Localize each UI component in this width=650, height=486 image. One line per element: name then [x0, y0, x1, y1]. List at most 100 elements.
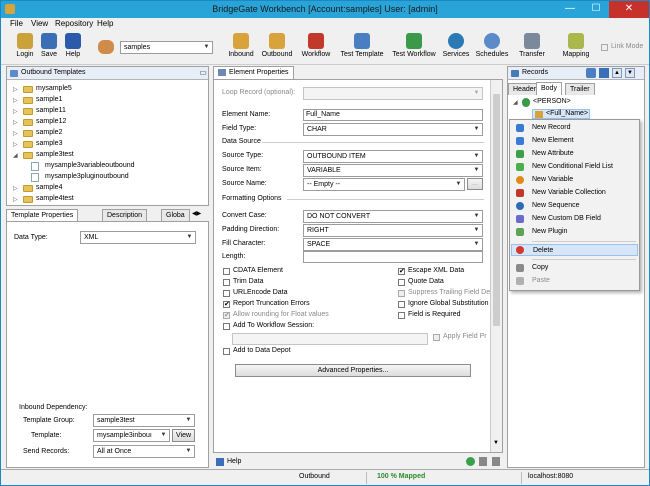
menu-item-copy[interactable]: Copy — [511, 262, 638, 274]
templates-icon — [10, 70, 18, 77]
scrollbar-thumb[interactable] — [493, 94, 500, 326]
menu-item-new-plugin[interactable]: New Plugin — [511, 226, 638, 238]
save-button[interactable]: Save — [39, 33, 59, 58]
pause-icon[interactable] — [479, 457, 487, 466]
transfer-button[interactable]: Transfer — [517, 33, 547, 58]
expand-icon[interactable]: ▷ — [13, 185, 18, 192]
element-name-input[interactable]: Full_Name — [303, 109, 483, 121]
source-item-label: Source Item: — [222, 166, 262, 173]
template-select[interactable]: mysample3inbouı ▼ — [93, 429, 170, 442]
toolbar: Login Save Help samples ▼ Inbound Outbou… — [1, 31, 649, 65]
menu-item-new-element[interactable]: New Element — [511, 135, 638, 147]
tab-description[interactable]: Description — [102, 209, 148, 221]
chevron-down-icon[interactable]: ▼ — [625, 68, 635, 78]
expand-icon[interactable]: ▷ — [13, 108, 18, 115]
workflow-button[interactable]: Workflow — [299, 33, 333, 58]
maximize-button[interactable]: ☐ — [583, 1, 609, 18]
menu-help[interactable]: Help — [97, 19, 113, 28]
allow-rounding-checkbox[interactable]: ✔ — [223, 312, 230, 319]
menu-item-new-sequence[interactable]: New Sequence — [511, 200, 638, 212]
menu-repository[interactable]: Repository — [55, 19, 93, 28]
test-workflow-button[interactable]: Test Workflow — [391, 33, 437, 58]
convert-case-label: Convert Case: — [222, 212, 267, 219]
report-truncation-checkbox[interactable]: ✔ — [223, 301, 230, 308]
tab-global[interactable]: Globa — [161, 209, 190, 221]
menu-item-new-custom-db-field[interactable]: New Custom DB Field — [511, 213, 638, 225]
menu-file[interactable]: File — [10, 19, 23, 28]
advanced-properties-button[interactable]: Advanced Properties... — [235, 364, 471, 377]
view-button[interactable]: View — [172, 429, 195, 442]
menu-item-new-variable-collection[interactable]: New Variable Collection — [511, 187, 638, 199]
suppress-trailing-checkbox[interactable] — [398, 290, 405, 297]
tab-body[interactable]: Body — [536, 82, 562, 95]
mapping-button[interactable]: Mapping — [561, 33, 591, 58]
menu-item-new-attribute[interactable]: New Attribute — [511, 148, 638, 160]
expand-icon[interactable]: ▷ — [13, 130, 18, 137]
tab-scroll-arrows[interactable]: ◀▶ — [192, 210, 201, 217]
schedules-button[interactable]: Schedules — [475, 33, 509, 58]
expand-icon[interactable]: ▷ — [13, 141, 18, 148]
collapse-icon[interactable]: ◢ — [513, 99, 518, 106]
expand-icon[interactable]: ▷ — [13, 196, 18, 203]
minimize-button[interactable]: — — [557, 1, 583, 18]
go-icon[interactable] — [466, 457, 475, 466]
expand-icon[interactable]: ▷ — [13, 97, 18, 104]
collapse-icon[interactable]: ◢ — [13, 152, 18, 159]
login-button[interactable]: Login — [13, 33, 37, 58]
workflow-session-input[interactable] — [232, 333, 428, 345]
account-select[interactable]: samples ▼ — [120, 41, 213, 54]
trim-checkbox[interactable] — [223, 279, 230, 286]
add-data-depot-checkbox[interactable] — [223, 348, 230, 355]
scroll-down-arrow[interactable]: ▼ — [493, 440, 499, 446]
source-name-select[interactable]: -- Empty -- ▼ — [303, 178, 465, 191]
convert-case-select[interactable]: DO NOT CONVERT ▼ — [303, 210, 483, 223]
chevron-up-icon[interactable]: ▲ — [612, 68, 622, 78]
template-label: Template: — [31, 432, 62, 439]
link-mode-checkbox[interactable] — [601, 44, 608, 51]
field-required-checkbox[interactable] — [398, 312, 405, 319]
menu-item-paste[interactable]: Paste — [511, 275, 638, 287]
template-group-select[interactable]: sample3test ▼ — [93, 414, 195, 427]
padding-direction-select[interactable]: RIGHT ▼ — [303, 224, 483, 237]
test-template-button[interactable]: Test Template — [339, 33, 385, 58]
tab-trailer[interactable]: Trailer — [565, 83, 595, 95]
source-name-browse-button[interactable]: ... — [467, 178, 483, 190]
help-button[interactable]: Help — [63, 33, 83, 58]
length-input[interactable] — [303, 251, 483, 263]
data-type-select[interactable]: XML ▼ — [80, 231, 196, 244]
menu-item-new-record[interactable]: New Record — [511, 122, 638, 134]
expand-icon[interactable]: ▷ — [13, 119, 18, 126]
menu-view[interactable]: View — [31, 19, 48, 28]
apply-field-checkbox[interactable] — [433, 334, 440, 341]
ignore-global-checkbox[interactable] — [398, 301, 405, 308]
add-workflow-checkbox[interactable] — [223, 323, 230, 330]
expand-icon[interactable]: ▷ — [13, 86, 18, 93]
vertical-scrollbar[interactable]: ▼ — [490, 80, 502, 452]
tree-item-full-name[interactable]: <Full_Name> — [532, 109, 591, 119]
stop-icon[interactable] — [492, 457, 500, 466]
escape-xml-label: Escape XML Data — [408, 267, 465, 274]
cdata-checkbox[interactable] — [223, 268, 230, 275]
escape-xml-checkbox[interactable]: ✔ — [398, 268, 405, 275]
menu-item-delete[interactable]: Delete — [511, 244, 638, 256]
loop-record-select[interactable]: ▼ — [303, 87, 483, 100]
loop-record-label: Loop Record (optional): — [222, 89, 296, 96]
quote-data-checkbox[interactable] — [398, 279, 405, 286]
inbound-button[interactable]: Inbound — [227, 33, 255, 58]
search-icon[interactable] — [586, 68, 596, 78]
urlencode-checkbox[interactable] — [223, 290, 230, 297]
minimize-panel-icon[interactable]: ▭ — [197, 67, 209, 80]
source-item-select[interactable]: VARIABLE ▼ — [303, 164, 483, 177]
outbound-button[interactable]: Outbound — [260, 33, 294, 58]
fill-character-select[interactable]: SPACE ▼ — [303, 238, 483, 251]
send-records-select[interactable]: All at Once ▼ — [93, 445, 195, 458]
menu-item-new-variable[interactable]: New Variable — [511, 174, 638, 186]
source-type-select[interactable]: OUTBOUND ITEM ▼ — [303, 150, 483, 163]
tool-icon[interactable] — [599, 68, 609, 78]
menu-item-new-conditional-field-list[interactable]: New Conditional Field List — [511, 161, 638, 173]
close-button[interactable]: ✕ — [609, 1, 649, 18]
help-bar[interactable]: Help — [213, 457, 503, 469]
field-type-select[interactable]: CHAR ▼ — [303, 123, 483, 136]
tab-element-properties[interactable]: Element Properties — [213, 66, 294, 79]
services-button[interactable]: Services — [442, 33, 470, 58]
